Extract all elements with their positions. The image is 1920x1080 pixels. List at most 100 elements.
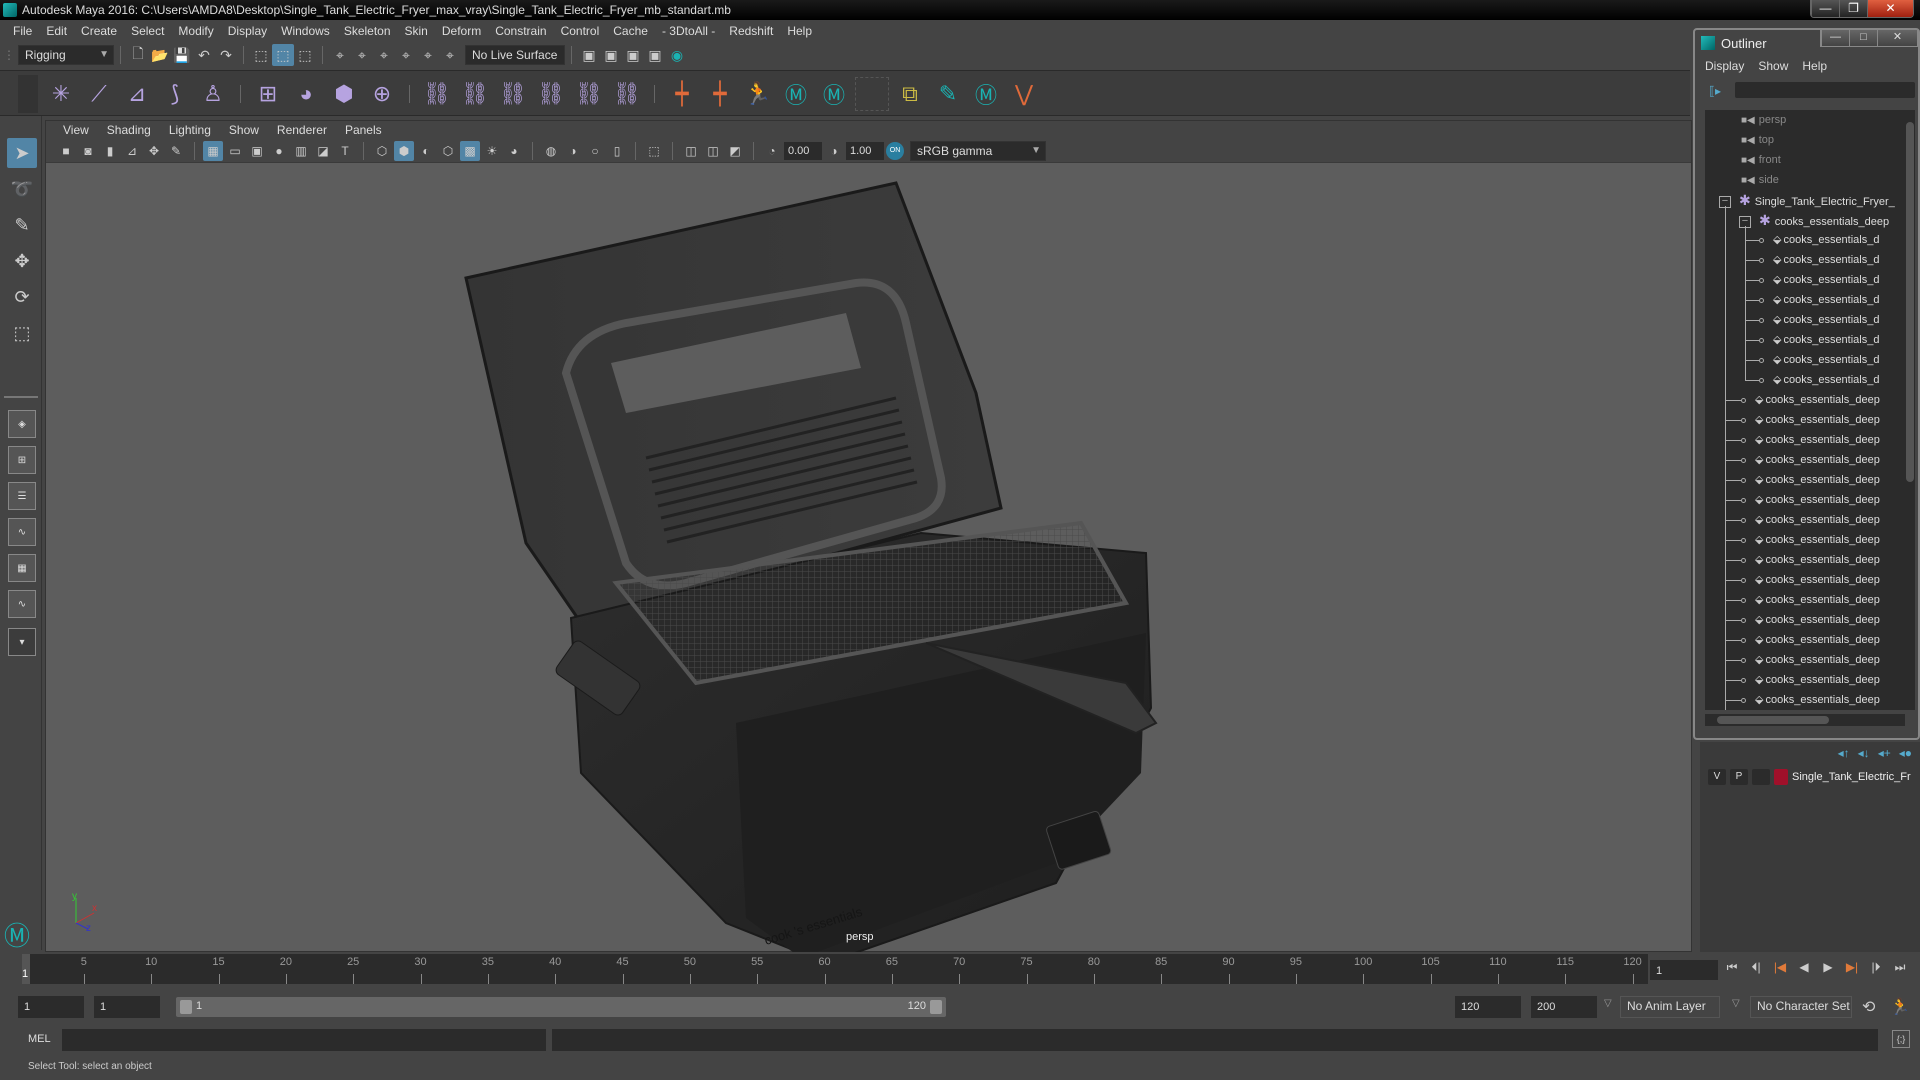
panel-menu-view[interactable]: View [54,123,98,137]
smooth-shade-icon[interactable]: ⬢ [394,140,414,161]
mel-label[interactable]: MEL [28,1033,51,1045]
render-frame-icon[interactable]: ▣ [600,44,622,66]
outliner-item-mesh[interactable]: ⬙ cooks_essentials_deep [1755,530,1880,550]
outliner-item-persp[interactable]: ■◀ persp [1741,110,1786,130]
isolate-select-icon[interactable]: ⬚ [644,141,664,161]
bookmarks-icon[interactable]: ▮ [100,141,120,161]
range-start-handle[interactable] [180,1000,192,1014]
outliner-item-side[interactable]: ■◀ side [1741,170,1779,190]
film-gate-icon[interactable]: ▭ [225,141,245,161]
orient-constraint-icon[interactable]: ⛓ [496,77,530,111]
layout-menu-icon[interactable]: ▾ [8,628,36,656]
go-to-start-button[interactable]: ⏮ [1722,960,1742,978]
scroll-thumb[interactable] [1906,122,1914,482]
outliner-item-mesh[interactable]: ⬙ cooks_essentials_deep [1755,550,1880,570]
menu-edit[interactable]: Edit [39,24,74,38]
outliner-maximize-button[interactable]: □ [1849,30,1877,46]
paint-select-tool-icon[interactable]: ✎ [7,210,37,240]
mirror-joint-icon[interactable]: ⊿ [120,77,154,111]
menu-constrain[interactable]: Constrain [488,24,553,38]
range-end-handle[interactable] [930,1000,942,1014]
menu-modify[interactable]: Modify [171,24,220,38]
color-space-dropdown[interactable]: sRGB gamma ▼ [910,140,1046,161]
select-tool-icon[interactable]: ➤ [7,138,37,168]
play-backward-button[interactable]: ◀ [1794,960,1814,978]
select-component-icon[interactable]: ⬚ [294,44,316,66]
outliner-item-mesh[interactable]: ⬙ cooks_essentials_d [1773,270,1879,290]
point-constraint-icon[interactable]: ⛓ [458,77,492,111]
hold-layers-icon[interactable]: ⧉ [893,77,927,111]
move-tool-icon[interactable]: ✥ [7,246,37,276]
shadows-icon[interactable]: ◕ [504,141,524,161]
lasso-tool-icon[interactable]: ➰ [7,174,37,204]
panel-menu-lighting[interactable]: Lighting [160,123,220,137]
animation-end-field[interactable]: 200 [1531,996,1597,1018]
joint-tool-icon[interactable]: ✳ [44,77,78,111]
outliner-item-group[interactable]: − ✱ cooks_essentials_deep [1739,210,1889,230]
snap-toggle-icon[interactable]: ⌖ [439,44,461,66]
outliner-item-mesh[interactable]: ⬙ cooks_essentials_deep [1755,390,1880,410]
undo-icon[interactable]: ↶ [193,44,215,66]
single-pane-layout-icon[interactable]: ◈ [8,410,36,438]
minimize-button[interactable]: — [1811,0,1839,17]
close-button[interactable]: ✕ [1867,0,1913,17]
shelf-tabs-toggle[interactable] [18,75,38,113]
scale-constraint-icon[interactable]: ⛓ [534,77,568,111]
menu-select[interactable]: Select [124,24,171,38]
menu-3dtoall[interactable]: - 3DtoAll - [655,24,722,38]
auto-key-icon[interactable]: ⟲ [1862,997,1875,1017]
live-surface-field[interactable]: No Live Surface [465,45,565,65]
play-forward-button[interactable]: ▶ [1818,960,1838,978]
menu-skeleton[interactable]: Skeleton [337,24,398,38]
maya-logo-icon-3[interactable]: Ⓜ [969,77,1003,111]
outliner-item-top[interactable]: ■◀ top [1741,130,1774,150]
outliner-item-mesh[interactable]: ⬙ cooks_essentials_d [1773,350,1879,370]
menu-cache[interactable]: Cache [606,24,655,38]
outliner-item-mesh[interactable]: ⬙ cooks_essentials_d [1773,290,1879,310]
motion-blur-icon[interactable]: ◑ [563,141,583,161]
layer-visibility-toggle[interactable]: V [1708,769,1726,785]
outliner-item-mesh[interactable]: ⬙ cooks_essentials_deep [1755,430,1880,450]
screen-space-ao-icon[interactable]: ◍ [541,141,561,161]
outliner-item-mesh[interactable]: ⬙ cooks_essentials_deep [1755,450,1880,470]
chevron-down-icon[interactable]: ▽ [1604,998,1612,1009]
layer-playback-toggle[interactable]: P [1730,769,1748,785]
redo-icon[interactable]: ↷ [215,44,237,66]
ik-handle-icon[interactable]: ⟆ [158,77,192,111]
anti-aliasing-icon[interactable]: ○ [585,141,605,161]
grip-handle[interactable]: ⋮ [0,48,18,62]
field-chart-icon[interactable]: ▥ [291,141,311,161]
outliner-item-mesh[interactable]: ⬙ cooks_essentials_deep [1755,470,1880,490]
outliner-item-front[interactable]: ■◀ front [1741,150,1781,170]
camera-attributes-icon[interactable]: ◙ [78,141,98,161]
scene-view[interactable]: cook 's essentials y x z persp [46,163,1691,965]
snap-point-icon[interactable]: ⌖ [373,44,395,66]
outliner-item-mesh[interactable]: ⬙ cooks_essentials_d [1773,230,1879,250]
outliner-item-mesh[interactable]: ⬙ cooks_essentials_deep [1755,670,1880,690]
aim-constraint-icon[interactable]: ⛓ [572,77,606,111]
step-back-key-button[interactable]: ⏴| [1746,960,1766,978]
xray-icon[interactable]: ◫ [681,141,701,161]
hypershade-icon[interactable]: ◉ [666,44,688,66]
scale-tool-icon[interactable]: ⬚ [7,318,37,348]
menu-file[interactable]: File [6,24,39,38]
parent-constraint-icon[interactable]: ⛓ [420,77,454,111]
smooth-bind-icon[interactable]: ◕ [289,77,323,111]
outliner-close-button[interactable]: ✕ [1877,30,1917,46]
outliner-menu-help[interactable]: Help [1802,59,1841,73]
anim-layer-dropdown[interactable]: No Anim Layer [1620,996,1720,1018]
outliner-item-mesh[interactable]: ⬙ cooks_essentials_deep [1755,650,1880,670]
xray-joints-icon[interactable]: ◫ [703,141,723,161]
safe-action-icon[interactable]: ◪ [313,141,333,161]
new-layer-from-selected-icon[interactable]: ◂● [1899,746,1912,760]
paint-select-icon[interactable]: ✎ [931,77,965,111]
outliner-item-mesh[interactable]: ⬙ cooks_essentials_d [1773,310,1879,330]
lattice-icon[interactable]: ⬢ [327,77,361,111]
menu-control[interactable]: Control [554,24,607,38]
outliner-item-mesh[interactable]: ⬙ cooks_essentials_deep [1755,610,1880,630]
resolution-gate-icon[interactable]: ▣ [247,141,267,161]
vertex-tool-icon[interactable]: ⋁ [1007,77,1041,111]
image-plane-icon[interactable]: ⊿ [122,141,142,161]
current-frame-marker[interactable]: 1 [22,954,30,984]
2d-pan-zoom-icon[interactable]: ✥ [144,141,164,161]
